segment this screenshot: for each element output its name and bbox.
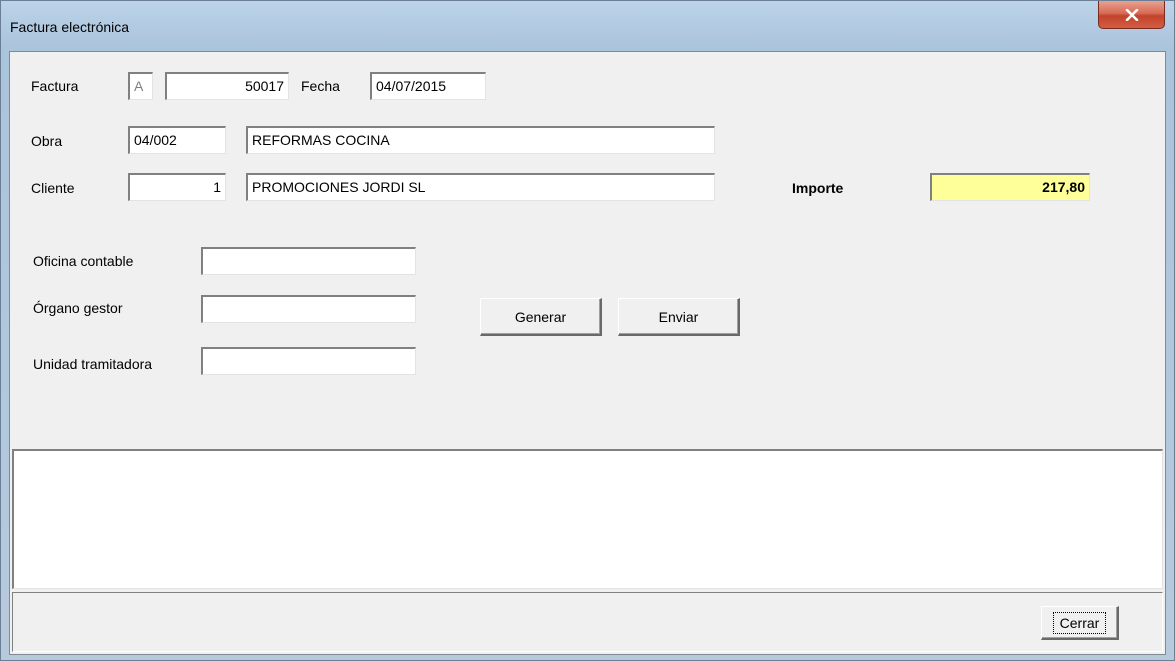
invoice-series-field[interactable]: A: [128, 72, 153, 100]
organo-gestor-field[interactable]: [201, 295, 416, 323]
cerrar-button[interactable]: Cerrar: [1041, 606, 1119, 640]
invoice-number-field[interactable]: 50017: [165, 72, 289, 100]
dialog-window: Factura electrónica Factura A 50017 Fech…: [0, 0, 1175, 661]
footer-panel: Cerrar: [12, 592, 1163, 652]
organo-gestor-label: Órgano gestor: [33, 300, 123, 316]
fecha-label: Fecha: [301, 78, 340, 94]
enviar-button[interactable]: Enviar: [618, 298, 740, 336]
obra-label: Obra: [31, 133, 63, 149]
close-icon: [1125, 8, 1138, 21]
obra-code-field[interactable]: 04/002: [128, 126, 226, 154]
importe-field: 217,80: [930, 173, 1090, 201]
unidad-tramitadora-field[interactable]: [201, 347, 416, 375]
cliente-name-field[interactable]: PROMOCIONES JORDI SL: [246, 173, 715, 201]
factura-label: Factura: [31, 78, 79, 94]
generar-button[interactable]: Generar: [480, 298, 602, 336]
obra-name-field[interactable]: REFORMAS COCINA: [246, 126, 715, 154]
cliente-label: Cliente: [31, 180, 75, 196]
title-bar[interactable]: Factura electrónica: [1, 1, 1174, 51]
output-log-area[interactable]: [12, 449, 1163, 589]
dialog-body: Factura A 50017 Fecha 04/07/2015 Obra 04…: [9, 51, 1166, 655]
importe-label: Importe: [792, 180, 844, 196]
oficina-contable-field[interactable]: [201, 247, 416, 275]
window-title: Factura electrónica: [10, 19, 130, 35]
cerrar-label: Cerrar: [1052, 611, 1107, 634]
close-button[interactable]: [1098, 1, 1165, 29]
cliente-code-field[interactable]: 1: [128, 173, 226, 201]
unidad-tramitadora-label: Unidad tramitadora: [33, 356, 153, 372]
fecha-field[interactable]: 04/07/2015: [370, 72, 486, 100]
oficina-contable-label: Oficina contable: [33, 253, 134, 269]
